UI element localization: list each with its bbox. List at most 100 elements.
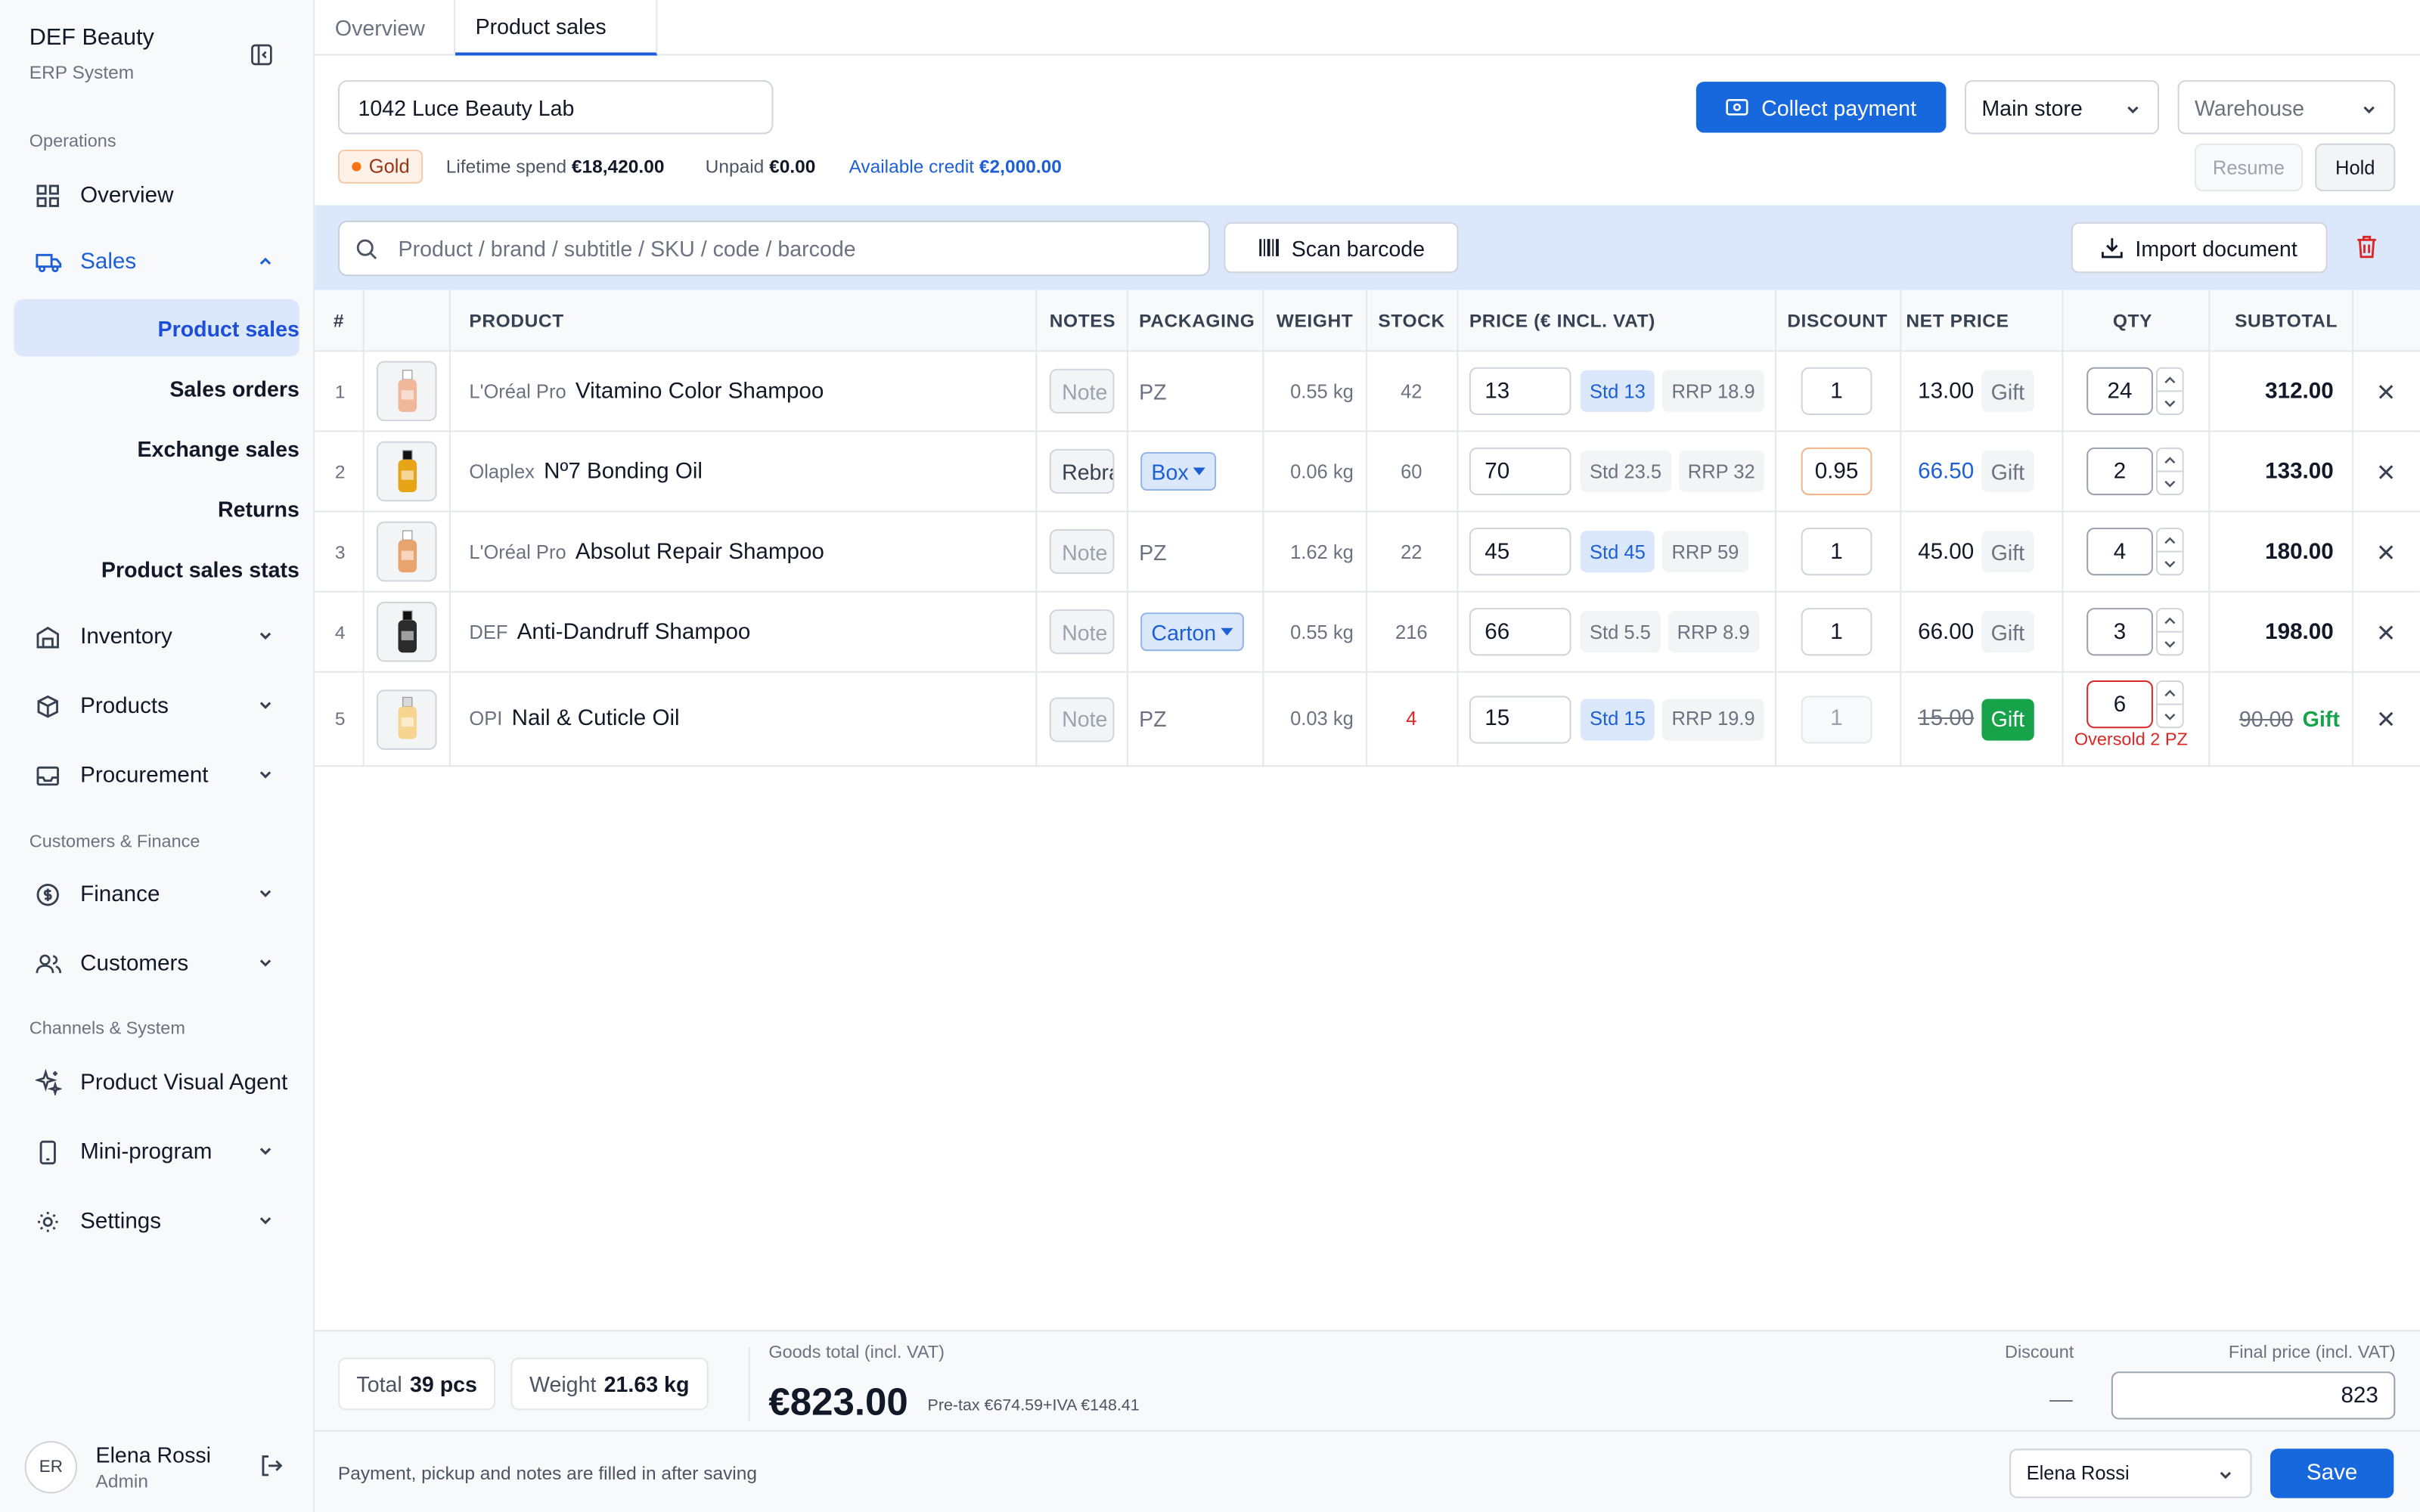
- note-input[interactable]: Note: [1049, 609, 1115, 655]
- packaging-select[interactable]: Carton: [1140, 612, 1244, 652]
- collect-payment-button[interactable]: Collect payment: [1696, 82, 1947, 133]
- tab-product-sales[interactable]: Product sales: [455, 0, 658, 56]
- rrp-price-chip[interactable]: RRP 18.9: [1662, 370, 1764, 412]
- chevron-up-icon[interactable]: [2158, 609, 2183, 631]
- import-document-button[interactable]: Import document: [2071, 222, 2328, 274]
- product-thumbnail[interactable]: [376, 513, 437, 591]
- sidebar-item-product-visual-agent[interactable]: Product Visual Agent: [14, 1054, 299, 1111]
- chevron-down-icon[interactable]: [2158, 703, 2183, 727]
- sidebar-item-sales[interactable]: Sales: [14, 233, 299, 290]
- packaging-select[interactable]: Box: [1140, 451, 1217, 491]
- discount-input[interactable]: 1: [1801, 608, 1872, 656]
- hold-button[interactable]: Hold: [2315, 143, 2396, 192]
- sidebar-item-inventory[interactable]: Inventory: [14, 608, 299, 665]
- warehouse-select[interactable]: Warehouse: [2177, 80, 2396, 135]
- rrp-price-chip[interactable]: RRP 32: [1678, 450, 1764, 493]
- sidebar-item-product-sales[interactable]: Product sales: [14, 299, 299, 357]
- remove-row-icon[interactable]: [2371, 673, 2402, 765]
- rrp-price-chip[interactable]: RRP 59: [1662, 531, 1748, 573]
- remove-row-icon[interactable]: [2371, 513, 2402, 591]
- chevron-down-icon[interactable]: [2158, 390, 2183, 414]
- qty-stepper[interactable]: [2155, 680, 2184, 729]
- gift-toggle[interactable]: Gift: [1981, 531, 2034, 573]
- chevron-down-icon[interactable]: [2158, 631, 2183, 655]
- price-input[interactable]: 66: [1469, 608, 1571, 656]
- chevron-up-icon[interactable]: [2158, 682, 2183, 704]
- qty-stepper[interactable]: [2155, 608, 2184, 656]
- remove-row-icon[interactable]: [2371, 432, 2402, 510]
- note-input[interactable]: Note: [1049, 696, 1115, 742]
- product-name-cell[interactable]: OPI Nail & Cuticle Oil: [469, 673, 679, 765]
- sidebar-collapse-icon[interactable]: [247, 40, 275, 68]
- std-price-chip[interactable]: Std 13: [1580, 370, 1655, 412]
- std-price-chip[interactable]: Std 5.5: [1580, 611, 1661, 653]
- price-input[interactable]: 45: [1469, 527, 1571, 576]
- std-price-chip[interactable]: Std 15: [1580, 698, 1655, 740]
- product-thumbnail[interactable]: [376, 673, 437, 765]
- chevron-down-icon[interactable]: [2158, 470, 2183, 494]
- sidebar-item-sales-orders[interactable]: Sales orders: [14, 360, 299, 417]
- price-input[interactable]: 15: [1469, 695, 1571, 743]
- product-search-input[interactable]: Product / brand / subtitle / SKU / code …: [337, 220, 1210, 277]
- chevron-up-icon[interactable]: [2158, 529, 2183, 551]
- customer-input[interactable]: 1042 Luce Beauty Lab: [337, 80, 774, 135]
- store-select[interactable]: Main store: [1964, 80, 2160, 135]
- discount-input[interactable]: 1: [1801, 367, 1872, 415]
- avatar[interactable]: ER: [24, 1441, 78, 1494]
- sidebar-item-finance[interactable]: Finance: [14, 866, 299, 923]
- product-thumbnail[interactable]: [376, 432, 437, 510]
- std-price-chip[interactable]: Std 45: [1580, 531, 1655, 573]
- price-input[interactable]: 70: [1469, 447, 1571, 496]
- sidebar-item-products[interactable]: Products: [14, 677, 299, 735]
- save-button[interactable]: Save: [2270, 1448, 2394, 1498]
- product-name-cell[interactable]: Olaplex Nº7 Bonding Oil: [469, 432, 703, 510]
- final-price-input[interactable]: 823: [2111, 1371, 2396, 1420]
- chevron-up-icon[interactable]: [2158, 449, 2183, 471]
- logout-icon[interactable]: [259, 1453, 287, 1481]
- remove-row-icon[interactable]: [2371, 352, 2402, 430]
- sidebar-item-mini-program[interactable]: Mini-program: [14, 1123, 299, 1181]
- qty-stepper[interactable]: [2155, 527, 2184, 576]
- resume-button[interactable]: Resume: [2195, 143, 2303, 192]
- sidebar-item-settings[interactable]: Settings: [14, 1193, 299, 1250]
- product-name-cell[interactable]: L'Oréal Pro Vitamino Color Shampoo: [469, 352, 824, 430]
- gift-toggle[interactable]: Gift: [1981, 370, 2034, 412]
- price-input[interactable]: 13: [1469, 367, 1571, 415]
- qty-input[interactable]: 24: [2086, 367, 2153, 415]
- qty-input[interactable]: 3: [2086, 608, 2153, 656]
- gift-toggle[interactable]: Gift: [1981, 698, 2034, 740]
- remove-row-icon[interactable]: [2371, 593, 2402, 671]
- qty-input[interactable]: 2: [2086, 447, 2153, 496]
- sidebar-item-product-sales-stats[interactable]: Product sales stats: [14, 540, 299, 597]
- note-input[interactable]: Rebrand: [1049, 448, 1115, 494]
- chevron-down-icon[interactable]: [2158, 550, 2183, 575]
- salesperson-select[interactable]: Elena Rossi: [2009, 1448, 2252, 1498]
- rrp-price-chip[interactable]: RRP 8.9: [1668, 611, 1759, 653]
- sidebar-item-procurement[interactable]: Procurement: [14, 747, 299, 804]
- qty-input[interactable]: 6: [2086, 680, 2153, 729]
- product-name-cell[interactable]: DEF Anti-Dandruff Shampoo: [469, 593, 750, 671]
- gift-toggle[interactable]: Gift: [1981, 611, 2034, 653]
- product-name-cell[interactable]: L'Oréal Pro Absolut Repair Shampoo: [469, 513, 824, 591]
- product-thumbnail[interactable]: [376, 593, 437, 671]
- note-input[interactable]: Note: [1049, 528, 1115, 575]
- std-price-chip[interactable]: Std 23.5: [1580, 450, 1671, 493]
- qty-stepper[interactable]: [2155, 447, 2184, 496]
- gift-toggle[interactable]: Gift: [1981, 450, 2034, 493]
- chevron-up-icon[interactable]: [2158, 369, 2183, 391]
- available-credit[interactable]: Available credit €2,000.00: [849, 156, 1061, 178]
- sidebar-item-returns[interactable]: Returns: [14, 480, 299, 538]
- tab-overview[interactable]: Overview: [315, 0, 456, 56]
- rrp-price-chip[interactable]: RRP 19.9: [1662, 698, 1764, 740]
- scan-barcode-button[interactable]: Scan barcode: [1224, 222, 1459, 274]
- product-thumbnail[interactable]: [376, 352, 437, 430]
- trash-icon[interactable]: [2355, 234, 2383, 262]
- sidebar-item-exchange-sales[interactable]: Exchange sales: [14, 420, 299, 477]
- qty-stepper[interactable]: [2155, 367, 2184, 415]
- discount-input[interactable]: 0.95: [1801, 447, 1872, 496]
- qty-input[interactable]: 4: [2086, 527, 2153, 576]
- discount-input[interactable]: 1: [1801, 527, 1872, 576]
- note-input[interactable]: Note: [1049, 368, 1115, 414]
- sidebar-item-customers[interactable]: Customers: [14, 935, 299, 993]
- sidebar-item-overview[interactable]: Overview: [14, 166, 299, 224]
